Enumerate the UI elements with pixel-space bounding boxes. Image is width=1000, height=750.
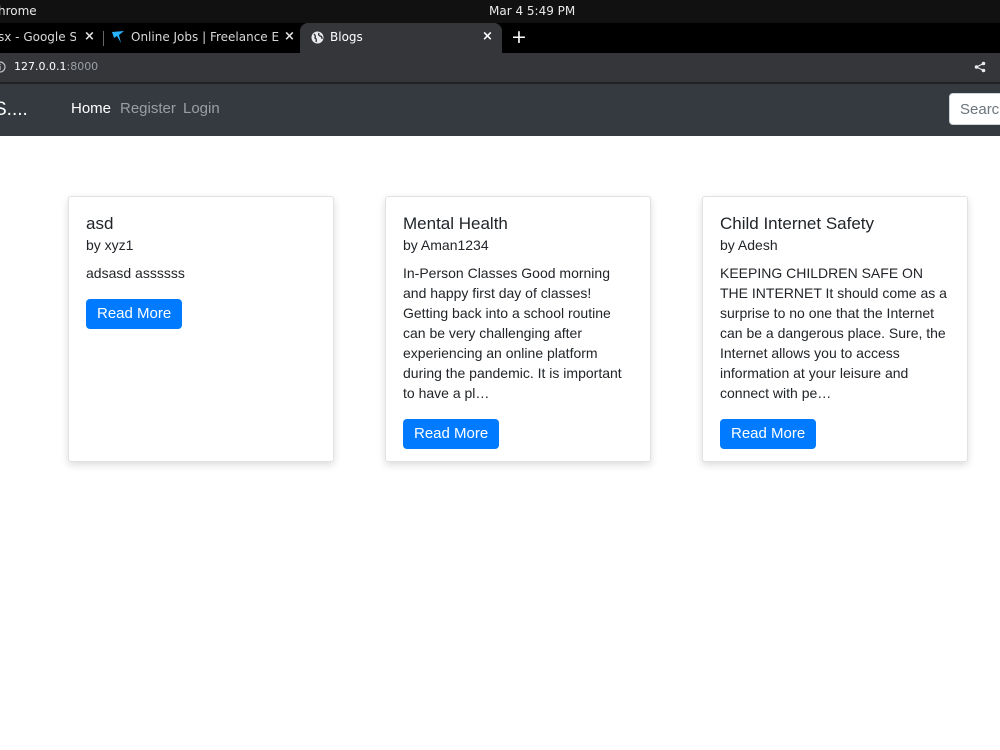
- card-author: by xyz1: [86, 237, 134, 253]
- nav-link-register[interactable]: Register: [120, 100, 176, 117]
- card-excerpt: In-Person Classes Good morning and happy…: [403, 265, 622, 401]
- tab-title: sx - Google Sh: [0, 30, 76, 44]
- blog-card: Mental Health by Aman1234 In-Person Clas…: [385, 196, 651, 462]
- nav-link-home[interactable]: Home: [71, 100, 111, 117]
- tab-blogs[interactable]: Blogs ×: [300, 23, 502, 53]
- blog-card: asd by xyz1 adsasd assssss Read More: [68, 196, 334, 462]
- card-title: asd: [86, 214, 114, 233]
- system-clock[interactable]: Mar 4 5:49 PM: [489, 4, 575, 18]
- info-icon[interactable]: [0, 61, 6, 73]
- tab-close-icon[interactable]: ×: [84, 29, 95, 44]
- new-tab-button[interactable]: +: [511, 26, 527, 48]
- freelancer-bird-icon: [112, 31, 124, 43]
- nav-link-login[interactable]: Login: [183, 100, 220, 117]
- read-more-button[interactable]: Read More: [720, 419, 817, 449]
- read-more-button[interactable]: Read More: [403, 419, 500, 449]
- tab-close-icon[interactable]: ×: [284, 29, 295, 44]
- active-app-name: hrome: [0, 4, 37, 18]
- navbar-brand[interactable]: S....: [0, 99, 28, 121]
- card-body: Child Internet Safety by Adesh KEEPING C…: [720, 213, 954, 449]
- site-navbar: S.... Home Register Login: [0, 84, 1000, 136]
- globe-icon: [311, 31, 324, 44]
- tab-title: Online Jobs | Freelance Er: [131, 30, 279, 44]
- url-host: 127.0.0.1: [14, 60, 67, 73]
- url-port: :8000: [66, 60, 99, 73]
- tab-freelancer[interactable]: Online Jobs | Freelance Er ×: [104, 23, 300, 53]
- card-title: Mental Health: [403, 214, 508, 233]
- tab-google-sheets[interactable]: sx - Google Sh ×: [0, 23, 104, 53]
- card-title: Child Internet Safety: [720, 214, 875, 233]
- card-excerpt: KEEPING CHILDREN SAFE ON THE INTERNET It…: [720, 265, 947, 401]
- card-author: by Adesh: [720, 237, 778, 253]
- search-input[interactable]: [949, 93, 1000, 125]
- tab-close-icon[interactable]: ×: [482, 29, 493, 44]
- read-more-button[interactable]: Read More: [86, 299, 183, 329]
- card-body: asd by xyz1 adsasd assssss Read More: [86, 213, 320, 329]
- browser-tab-strip: sx - Google Sh × Online Jobs | Freelance…: [0, 23, 1000, 53]
- share-icon[interactable]: [974, 61, 986, 73]
- tab-title: Blogs: [330, 30, 363, 44]
- os-top-bar: hrome Mar 4 5:49 PM: [0, 0, 1000, 23]
- card-body: Mental Health by Aman1234 In-Person Clas…: [403, 213, 637, 449]
- blog-card: Child Internet Safety by Adesh KEEPING C…: [702, 196, 968, 462]
- card-author: by Aman1234: [403, 237, 489, 253]
- url-text[interactable]: 127.0.0.1:8000: [14, 60, 98, 73]
- card-excerpt: adsasd assssss: [86, 265, 185, 281]
- address-bar[interactable]: 127.0.0.1:8000: [0, 53, 1000, 82]
